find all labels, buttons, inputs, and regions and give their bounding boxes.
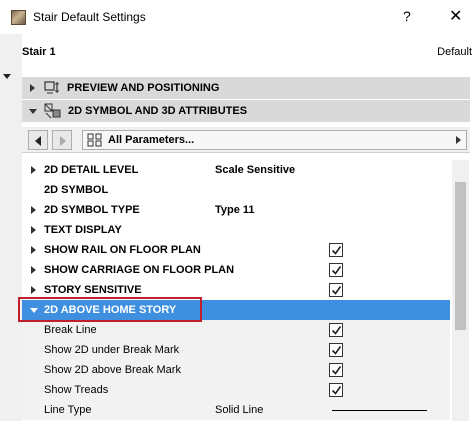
- show-treads-checkbox[interactable]: [329, 383, 343, 397]
- param-row-show-rail[interactable]: SHOW RAIL ON FLOOR PLAN: [22, 240, 450, 260]
- show-2d-under-break-checkbox[interactable]: [329, 343, 343, 357]
- param-value[interactable]: Solid Line: [215, 404, 263, 416]
- expand-arrow-icon: [30, 84, 35, 92]
- param-value[interactable]: Scale Sensitive: [215, 164, 295, 176]
- app-icon: [11, 10, 26, 25]
- vertical-scrollbar[interactable]: [452, 160, 469, 421]
- param-name: Show Treads: [44, 384, 109, 396]
- previous-button[interactable]: [28, 130, 48, 150]
- param-row-line-type[interactable]: Line Type Solid Line: [22, 400, 450, 420]
- param-name: 2D ABOVE HOME STORY: [44, 304, 177, 316]
- collapse-arrow-icon[interactable]: [3, 74, 11, 79]
- parameter-list-icon: [87, 133, 102, 147]
- show-2d-above-break-checkbox[interactable]: [329, 363, 343, 377]
- param-name: SHOW RAIL ON FLOOR PLAN: [44, 244, 201, 256]
- checkmark-icon: [331, 326, 342, 335]
- left-rail: [0, 34, 22, 421]
- parameter-filter-dropdown[interactable]: All Parameters...: [82, 130, 467, 150]
- expand-arrow-icon[interactable]: [31, 286, 36, 294]
- parameter-list: 2D DETAIL LEVEL Scale Sensitive 2D SYMBO…: [22, 160, 450, 420]
- param-value[interactable]: Type 11: [215, 204, 255, 216]
- param-row-break-line[interactable]: Break Line: [22, 320, 450, 340]
- param-row-2d-above-home-story[interactable]: 2D ABOVE HOME STORY: [22, 300, 450, 320]
- break-line-checkbox[interactable]: [329, 323, 343, 337]
- param-name: 2D SYMBOL TYPE: [44, 204, 140, 216]
- param-name: SHOW CARRIAGE ON FLOOR PLAN: [44, 264, 235, 276]
- story-sensitive-checkbox[interactable]: [329, 283, 343, 297]
- panel-preview-positioning[interactable]: PREVIEW AND POSITIONING: [22, 77, 470, 99]
- param-name: Break Line: [44, 324, 97, 336]
- param-name: STORY SENSITIVE: [44, 284, 142, 296]
- checkmark-icon: [331, 386, 342, 395]
- panel-2d-symbol-3d-attributes[interactable]: 2D SYMBOL AND 3D ATTRIBUTES: [22, 100, 470, 122]
- symbol-attributes-icon: [44, 103, 61, 119]
- arrow-left-icon: [35, 136, 41, 146]
- panel-preview-label: PREVIEW AND POSITIONING: [67, 82, 220, 94]
- show-carriage-checkbox[interactable]: [329, 263, 343, 277]
- expand-arrow-icon[interactable]: [31, 226, 36, 234]
- param-name: Show 2D under Break Mark: [44, 344, 180, 356]
- close-button[interactable]: ✕: [449, 6, 462, 26]
- preview-icon: [44, 81, 59, 94]
- checkmark-icon: [331, 266, 342, 275]
- param-name: 2D DETAIL LEVEL: [44, 164, 139, 176]
- help-button[interactable]: ?: [403, 8, 411, 24]
- collapse-arrow-icon[interactable]: [30, 308, 38, 313]
- collapse-arrow-icon: [29, 108, 37, 114]
- param-name: TEXT DISPLAY: [44, 224, 122, 236]
- param-row-2d-detail-level[interactable]: 2D DETAIL LEVEL Scale Sensitive: [22, 160, 450, 180]
- checkmark-icon: [331, 346, 342, 355]
- param-row-show-2d-under-break[interactable]: Show 2D under Break Mark: [22, 340, 450, 360]
- title-bar: Stair Default Settings ? ✕: [0, 0, 476, 34]
- panel-symbol-label: 2D SYMBOL AND 3D ATTRIBUTES: [68, 105, 248, 117]
- param-row-story-sensitive[interactable]: STORY SENSITIVE: [22, 280, 450, 300]
- parameter-navbar: All Parameters...: [22, 127, 470, 153]
- filter-value: All Parameters...: [108, 134, 195, 146]
- param-row-text-display[interactable]: TEXT DISPLAY: [22, 220, 450, 240]
- checkmark-icon: [331, 286, 342, 295]
- param-name: 2D SYMBOL: [44, 184, 109, 196]
- param-row-2d-symbol-type[interactable]: 2D SYMBOL TYPE Type 11: [22, 200, 450, 220]
- param-row-show-treads[interactable]: Show Treads: [22, 380, 450, 400]
- window-title: Stair Default Settings: [33, 10, 146, 24]
- expand-arrow-icon[interactable]: [31, 166, 36, 174]
- param-row-2d-symbol[interactable]: 2D SYMBOL: [22, 180, 450, 200]
- checkmark-icon: [331, 366, 342, 375]
- checkmark-icon: [331, 246, 342, 255]
- expand-arrow-icon[interactable]: [31, 246, 36, 254]
- show-rail-checkbox[interactable]: [329, 243, 343, 257]
- element-name: Stair 1: [22, 46, 56, 58]
- expand-arrow-icon[interactable]: [31, 266, 36, 274]
- dropdown-arrow-icon: [456, 136, 461, 144]
- expand-arrow-icon[interactable]: [31, 206, 36, 214]
- scrollbar-thumb[interactable]: [455, 182, 466, 330]
- param-row-show-2d-above-break[interactable]: Show 2D above Break Mark: [22, 360, 450, 380]
- arrow-right-icon: [60, 136, 66, 146]
- param-name: Line Type: [44, 404, 92, 416]
- line-type-sample[interactable]: [332, 410, 427, 411]
- next-button[interactable]: [52, 130, 72, 150]
- param-name: Show 2D above Break Mark: [44, 364, 181, 376]
- default-label: Default: [437, 46, 472, 58]
- param-row-show-carriage[interactable]: SHOW CARRIAGE ON FLOOR PLAN: [22, 260, 450, 280]
